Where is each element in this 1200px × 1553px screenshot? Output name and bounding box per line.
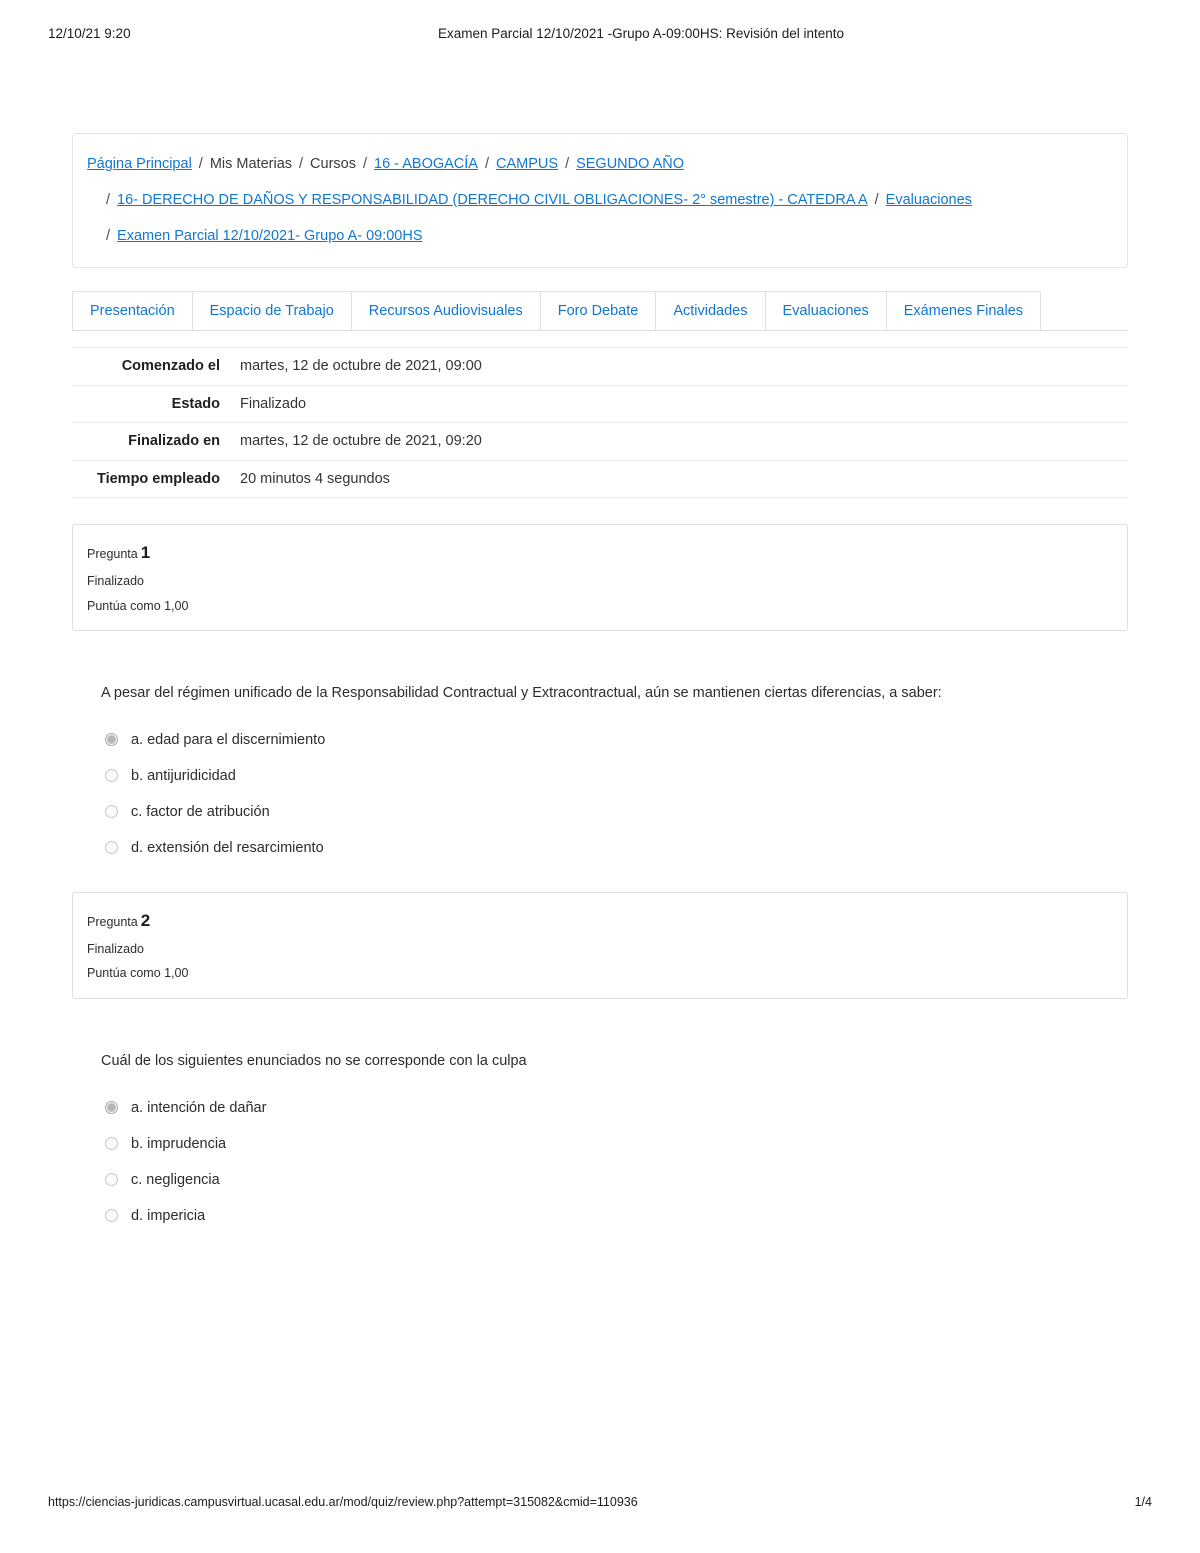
answer-option[interactable]: d. impericia xyxy=(105,1198,1128,1234)
breadcrumb-link[interactable]: SEGUNDO AÑO xyxy=(576,156,684,172)
breadcrumb-link[interactable]: 16 - ABOGACÍA xyxy=(374,156,478,172)
answer-option-label: a. intención de dañar xyxy=(131,1099,267,1116)
tab-foro-debate[interactable]: Foro Debate xyxy=(539,291,656,331)
question-number-line: Pregunta 1 xyxy=(87,536,1113,569)
breadcrumb-separator: / xyxy=(874,192,879,208)
question-text: Cuál de los siguientes enunciados no se … xyxy=(101,1052,527,1069)
attempt-info-value: martes, 12 de octubre de 2021, 09:20 xyxy=(240,433,482,450)
breadcrumb-separator: / xyxy=(198,156,203,172)
tab-recursos-audiovisuales[interactable]: Recursos Audiovisuales xyxy=(350,291,540,331)
attempt-info-label: Comenzado el xyxy=(121,358,220,375)
radio-button-icon[interactable] xyxy=(105,769,118,783)
answer-options: a. intención de dañar b. imprudencia c. ne… xyxy=(105,1090,1128,1234)
page-content: Página Principal / Mis Materias / Cursos / 16 … xyxy=(72,133,1128,1234)
question-state: Finalizado xyxy=(87,942,144,957)
breadcrumb-separator: / xyxy=(484,156,490,172)
tab-espacio-de-trabajo[interactable]: Espacio de Trabajo xyxy=(191,291,351,331)
question-number: 1 xyxy=(140,543,151,563)
breadcrumb-link[interactable]: Examen Parcial 12/10/2021- Grupo A- 09:0… xyxy=(117,228,422,244)
tab-evaluaciones[interactable]: Evaluaciones xyxy=(764,291,886,331)
attempt-info-label: Tiempo empleado xyxy=(96,470,220,487)
radio-button-icon[interactable] xyxy=(105,1173,118,1187)
question-number-line: Pregunta 2 xyxy=(87,904,1113,937)
attempt-info-row: Estado Finalizado xyxy=(72,385,1128,423)
breadcrumb-line: / 16- DERECHO DE DAÑOS Y RESPONSABILIDAD … xyxy=(87,182,1113,218)
print-footer: https://ciencias-juridicas.campusvirtual… xyxy=(48,1495,1152,1513)
question-number: 2 xyxy=(140,910,151,930)
tab-exámenes-finales[interactable]: Exámenes Finales xyxy=(885,291,1042,331)
answer-option-label: b. imprudencia xyxy=(131,1135,227,1152)
breadcrumb-line: / Examen Parcial 12/10/2021- Grupo A- 09:… xyxy=(87,218,1113,254)
answer-option[interactable]: d. extensión del resarcimiento xyxy=(105,830,1128,866)
answer-option-label: d. impericia xyxy=(131,1207,206,1224)
radio-button-selected-icon[interactable] xyxy=(105,733,118,747)
attempt-info-table: Comenzado el martes, 12 de octubre de 202… xyxy=(72,347,1128,498)
question-grade: Puntúa como 1,00 xyxy=(87,966,189,981)
breadcrumb-text: Mis Materias xyxy=(209,156,293,172)
answer-option[interactable]: c. factor de atribución xyxy=(105,794,1128,830)
question-text: A pesar del régimen unificado de la Resp… xyxy=(101,685,942,702)
question-info-box: Pregunta 1 Finalizado Puntúa como 1,00 xyxy=(72,524,1128,632)
question-label: Pregunta xyxy=(87,914,138,929)
breadcrumb-separator: / xyxy=(106,192,111,208)
breadcrumb: Página Principal / Mis Materias / Cursos / 16 … xyxy=(72,133,1128,268)
print-header-date: 12/10/21 9:20 xyxy=(48,26,131,41)
course-tab-bar: Presentación Espacio de Trabajo Recursos A… xyxy=(72,291,1128,332)
answer-option[interactable]: c. negligencia xyxy=(105,1162,1128,1198)
question-info-box: Pregunta 2 Finalizado Puntúa como 1,00 xyxy=(72,891,1128,999)
attempt-info-row: Comenzado el martes, 12 de octubre de 202… xyxy=(72,347,1128,386)
tab-actividades[interactable]: Actividades xyxy=(655,291,765,331)
breadcrumb-link[interactable]: Página Principal xyxy=(87,156,192,172)
question-block: Pregunta 2 Finalizado Puntúa como 1,00 Cuál … xyxy=(72,891,1128,1234)
print-footer-url: https://ciencias-juridicas.campusvirtual… xyxy=(48,1495,638,1509)
answer-option-label: d. extensión del resarcimiento xyxy=(131,839,324,856)
question-block: Pregunta 1 Finalizado Puntúa como 1,00 A pes… xyxy=(72,524,1128,866)
print-footer-page-number: 1/4 xyxy=(1134,1495,1152,1509)
breadcrumb-text: Cursos xyxy=(310,156,356,172)
breadcrumb-separator: / xyxy=(106,228,111,244)
answer-option-label: a. edad para el discernimiento xyxy=(131,731,326,748)
radio-button-icon[interactable] xyxy=(105,1209,118,1223)
attempt-info-value: martes, 12 de octubre de 2021, 09:00 xyxy=(240,358,482,375)
attempt-info-label: Finalizado en xyxy=(128,433,220,450)
answer-option[interactable]: b. imprudencia xyxy=(105,1126,1128,1162)
answer-option-label: c. negligencia xyxy=(131,1171,220,1188)
answer-option-label: c. factor de atribución xyxy=(131,803,270,820)
breadcrumb-separator: / xyxy=(299,156,304,172)
question-grade: Puntúa como 1,00 xyxy=(87,598,189,613)
answer-option[interactable]: a. intención de dañar xyxy=(105,1090,1128,1126)
tab-presentación[interactable]: Presentación xyxy=(72,291,192,331)
attempt-info-value: Finalizado xyxy=(240,395,307,412)
radio-button-icon[interactable] xyxy=(105,841,118,855)
print-header: 12/10/21 9:20 Examen Parcial 12/10/2021 … xyxy=(48,26,1152,46)
radio-button-icon[interactable] xyxy=(105,805,118,819)
breadcrumb-line: Página Principal / Mis Materias / Cursos / 16 … xyxy=(87,146,1113,182)
question-label: Pregunta xyxy=(87,547,138,562)
print-header-title: Examen Parcial 12/10/2021 -Grupo A-09:00… xyxy=(438,26,844,41)
answer-option-label: b. antijuridicidad xyxy=(131,767,236,784)
breadcrumb-separator: / xyxy=(362,156,368,172)
questions-list: Pregunta 1 Finalizado Puntúa como 1,00 A pes… xyxy=(72,524,1128,1233)
radio-button-selected-icon[interactable] xyxy=(105,1101,118,1115)
attempt-info-row: Finalizado en martes, 12 de octubre de 20… xyxy=(72,423,1128,461)
answer-options: a. edad para el discernimiento b. antijur… xyxy=(105,722,1128,866)
answer-option[interactable]: b. antijuridicidad xyxy=(105,758,1128,794)
breadcrumb-link[interactable]: Evaluaciones xyxy=(886,192,972,208)
breadcrumb-link[interactable]: 16- DERECHO DE DAÑOS Y RESPONSABILIDAD (… xyxy=(117,192,868,208)
attempt-info-value: 20 minutos 4 segundos xyxy=(240,470,390,487)
breadcrumb-link[interactable]: CAMPUS xyxy=(496,156,558,172)
breadcrumb-separator: / xyxy=(565,156,570,172)
attempt-info-row: Tiempo empleado 20 minutos 4 segundos xyxy=(72,460,1128,498)
answer-option[interactable]: a. edad para el discernimiento xyxy=(105,722,1128,758)
question-state: Finalizado xyxy=(87,574,144,589)
radio-button-icon[interactable] xyxy=(105,1137,118,1151)
attempt-info-label: Estado xyxy=(171,395,220,412)
